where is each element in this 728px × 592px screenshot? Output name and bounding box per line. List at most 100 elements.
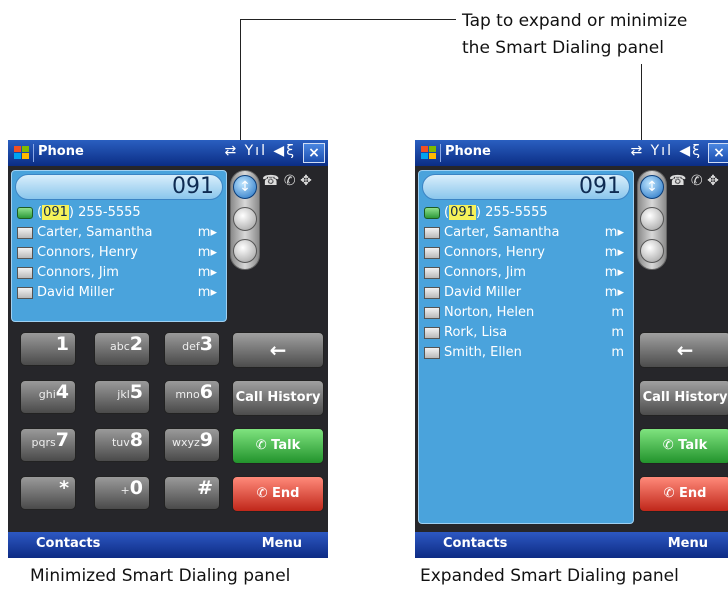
keypad-key-8[interactable]: tuv8 bbox=[94, 428, 150, 462]
phone-minimized: Phone ⇄ Y͏ıl ◀ξ × 091 (091) 255-5555 Car… bbox=[8, 140, 328, 558]
contact-row[interactable]: Carter, Samantha m▸ bbox=[15, 223, 223, 243]
contact-row[interactable]: Connors, Jim m▸ bbox=[15, 263, 223, 283]
app-title: Phone bbox=[445, 144, 491, 159]
scroll-down-button[interactable] bbox=[233, 239, 257, 263]
call-history-button[interactable]: Call History bbox=[232, 380, 324, 416]
keypad-key-9[interactable]: wxyz9 bbox=[164, 428, 220, 462]
contact-number-type: m bbox=[611, 325, 624, 340]
keypad-key-2[interactable]: abc2 bbox=[94, 332, 150, 366]
keypad-digit: 9 bbox=[199, 429, 213, 451]
speaker-icon[interactable]: ◀ξ bbox=[273, 143, 296, 159]
keypad-key-11[interactable]: +0 bbox=[94, 476, 150, 510]
keypad-digit: 3 bbox=[199, 333, 213, 355]
contact-card-icon bbox=[424, 307, 440, 319]
contact-name: Connors, Henry bbox=[37, 245, 138, 260]
keypad-digit: 7 bbox=[55, 429, 69, 451]
scroll-up-button[interactable] bbox=[640, 207, 664, 231]
contact-card-icon bbox=[424, 347, 440, 359]
speaker-icon[interactable]: ◀ξ bbox=[679, 143, 702, 159]
keypad-letters: abc bbox=[109, 340, 130, 353]
close-button[interactable]: × bbox=[708, 143, 728, 163]
softkey-menu[interactable]: Menu bbox=[668, 536, 708, 551]
call-history-button[interactable]: Call History bbox=[639, 380, 728, 416]
keypad-letters: tuv bbox=[111, 436, 130, 449]
call-options-icons[interactable]: ☎ ✆ ✥ bbox=[669, 173, 719, 189]
softkey-menu[interactable]: Menu bbox=[262, 536, 302, 551]
keypad-key-1[interactable]: 1 bbox=[20, 332, 76, 366]
contact-name: Norton, Helen bbox=[444, 305, 535, 320]
hold-icon[interactable]: ✆ bbox=[691, 173, 703, 189]
dialed-number-field[interactable]: 091 bbox=[15, 174, 223, 200]
callout-leader-horizontal bbox=[240, 19, 456, 20]
keypad-letters: pqrs bbox=[31, 436, 56, 449]
contact-card-icon bbox=[17, 227, 33, 239]
phone-number-icon bbox=[424, 207, 440, 219]
backspace-button[interactable]: ← bbox=[232, 332, 324, 368]
panel-rocker: ↕ bbox=[230, 170, 260, 270]
contact-row[interactable]: David Miller m▸ bbox=[422, 283, 630, 303]
contact-row[interactable]: Connors, Henry m▸ bbox=[15, 243, 223, 263]
match-highlight: 091 bbox=[42, 205, 69, 220]
keypad-letters: jkl bbox=[117, 388, 130, 401]
windows-start-icon[interactable] bbox=[12, 143, 32, 163]
contact-row[interactable]: David Miller m▸ bbox=[15, 283, 223, 303]
sync-icon[interactable]: ⇄ bbox=[630, 143, 644, 159]
contact-card-icon bbox=[17, 267, 33, 279]
contact-row[interactable]: Carter, Samantha m▸ bbox=[422, 223, 630, 243]
softkey-contacts[interactable]: Contacts bbox=[36, 536, 100, 551]
smart-dialing-panel: 091 (091) 255-5555 Carter, Samantha m▸ Con… bbox=[11, 170, 227, 322]
contact-row[interactable]: Smith, Ellen m bbox=[422, 343, 630, 363]
keypad-key-7[interactable]: pqrs7 bbox=[20, 428, 76, 462]
hold-icon[interactable]: ✆ bbox=[284, 173, 296, 189]
keypad-digit: 5 bbox=[129, 381, 143, 403]
status-icons[interactable]: ⇄ Y͏ıl ◀ξ bbox=[630, 143, 702, 159]
keypad-letters: def bbox=[182, 340, 200, 353]
speakerphone-icon[interactable]: ☎ bbox=[669, 173, 686, 189]
expand-minimize-button[interactable]: ↕ bbox=[233, 175, 257, 199]
talk-button[interactable]: ✆ Talk bbox=[232, 428, 324, 464]
end-button[interactable]: ✆ End bbox=[639, 476, 728, 512]
call-options-icons[interactable]: ☎ ✆ ✥ bbox=[262, 173, 312, 189]
contact-row[interactable]: Connors, Henry m▸ bbox=[422, 243, 630, 263]
signal-icon[interactable]: Y͏ıl bbox=[651, 143, 673, 159]
keypad-key-5[interactable]: jkl5 bbox=[94, 380, 150, 414]
backspace-button[interactable]: ← bbox=[639, 332, 728, 368]
talk-button[interactable]: ✆ Talk bbox=[639, 428, 728, 464]
sync-icon[interactable]: ⇄ bbox=[224, 143, 238, 159]
contact-card-icon bbox=[424, 287, 440, 299]
end-button[interactable]: ✆ End bbox=[232, 476, 324, 512]
contact-card-icon bbox=[424, 227, 440, 239]
signal-icon[interactable]: Y͏ıl bbox=[245, 143, 267, 159]
mute-icon[interactable]: ✥ bbox=[300, 173, 312, 189]
keypad-key-4[interactable]: ghi4 bbox=[20, 380, 76, 414]
contact-row[interactable]: Connors, Jim m▸ bbox=[422, 263, 630, 283]
contact-card-icon bbox=[424, 247, 440, 259]
caption-minimized: Minimized Smart Dialing panel bbox=[30, 566, 291, 586]
contact-card-icon bbox=[424, 267, 440, 279]
phone-number-icon bbox=[17, 207, 33, 219]
contact-card-icon bbox=[17, 247, 33, 259]
windows-start-icon[interactable] bbox=[419, 143, 439, 163]
keypad-key-10[interactable]: * bbox=[20, 476, 76, 510]
contact-number-type: m▸ bbox=[604, 265, 624, 280]
contact-name: David Miller bbox=[37, 285, 115, 300]
contact-number-type: m▸ bbox=[604, 245, 624, 260]
number-match-row[interactable]: (091) 255-5555 bbox=[422, 203, 630, 223]
scroll-up-button[interactable] bbox=[233, 207, 257, 231]
dialed-number-field[interactable]: 091 bbox=[422, 174, 630, 200]
contact-row[interactable]: Norton, Helen m bbox=[422, 303, 630, 323]
expand-minimize-button[interactable]: ↕ bbox=[640, 175, 664, 199]
status-icons[interactable]: ⇄ Y͏ıl ◀ξ bbox=[224, 143, 296, 159]
contact-name: Carter, Samantha bbox=[444, 225, 560, 240]
number-match-row[interactable]: (091) 255-5555 bbox=[15, 203, 223, 223]
keypad-key-12[interactable]: # bbox=[164, 476, 220, 510]
softkey-contacts[interactable]: Contacts bbox=[443, 536, 507, 551]
keypad-key-3[interactable]: def3 bbox=[164, 332, 220, 366]
speakerphone-icon[interactable]: ☎ bbox=[262, 173, 279, 189]
mute-icon[interactable]: ✥ bbox=[707, 173, 719, 189]
scroll-down-button[interactable] bbox=[640, 239, 664, 263]
keypad-key-6[interactable]: mno6 bbox=[164, 380, 220, 414]
contact-name: Rork, Lisa bbox=[444, 325, 508, 340]
contact-row[interactable]: Rork, Lisa m bbox=[422, 323, 630, 343]
close-button[interactable]: × bbox=[303, 143, 325, 163]
